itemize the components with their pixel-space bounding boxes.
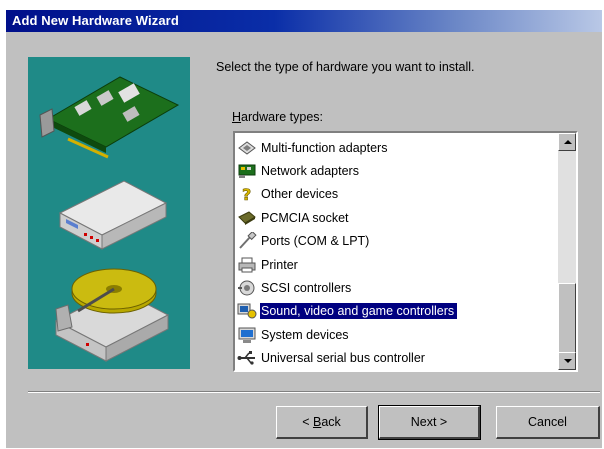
printer-icon [238, 257, 256, 273]
hardware-types-label-rest: ardware types: [241, 110, 324, 124]
cancel-button-label: Cancel [528, 415, 567, 429]
next-button[interactable]: Next > [378, 405, 481, 440]
network-adapter-icon [238, 164, 256, 179]
scroll-up-button[interactable] [558, 133, 576, 151]
list-item-multifunction-adapters[interactable]: Multi-function adapters [235, 136, 560, 159]
list-item-scsi-controllers[interactable]: SCSI controllers [235, 276, 560, 299]
list-item-label: Multi-function adapters [261, 140, 388, 155]
list-item-pcmcia-socket[interactable]: PCMCIA socket [235, 206, 560, 229]
pcmcia-socket-icon [238, 211, 256, 225]
hard-disk-icon [54, 268, 170, 362]
back-button-hotkey: B [312, 415, 322, 429]
list-item-ports[interactable]: Ports (COM & LPT) [235, 230, 560, 253]
hardware-types-listbox[interactable]: Multi-function adapters Network adapters… [233, 131, 578, 372]
scroll-thumb[interactable] [558, 283, 576, 353]
window-title: Add New Hardware Wizard [12, 13, 179, 28]
back-button[interactable]: < Back [276, 406, 368, 439]
scsi-controller-icon [238, 280, 255, 296]
usb-controller-icon [237, 351, 255, 365]
list-item-network-adapters[interactable]: Network adapters [235, 159, 560, 182]
list-item-label: Printer [261, 257, 298, 272]
list-item-label: Universal serial bus controller [261, 351, 425, 366]
back-button-prefix: < [302, 415, 313, 429]
arrow-down-icon [564, 359, 572, 363]
system-devices-icon [238, 327, 256, 343]
svg-text:?: ? [242, 185, 251, 203]
list-item-usb-controller[interactable]: Universal serial bus controller [235, 347, 560, 370]
title-bar[interactable]: Add New Hardware Wizard [6, 10, 602, 32]
scroll-down-button[interactable] [558, 352, 576, 370]
modem-icon [58, 180, 168, 250]
question-mark-icon: ? [242, 185, 252, 203]
expansion-card-icon [39, 76, 180, 159]
next-button-label: Next > [410, 415, 448, 429]
list-item-system-devices[interactable]: System devices [235, 323, 560, 346]
hardware-illustration [28, 57, 190, 369]
sound-video-game-icon [237, 303, 257, 319]
instruction-text: Select the type of hardware you want to … [216, 60, 475, 74]
list-item-label: Network adapters [261, 164, 359, 179]
port-connector-icon [239, 232, 257, 249]
arrow-up-icon [564, 140, 572, 144]
list-item-printer[interactable]: Printer [235, 253, 560, 276]
hardware-illustration-graphic [39, 76, 180, 362]
list-item-sound-video-game-controllers[interactable]: Sound, video and game controllers [235, 300, 560, 323]
cancel-button[interactable]: Cancel [496, 406, 600, 439]
hardware-types-hotkey: H [232, 110, 242, 124]
list-item-label: Ports (COM & LPT) [261, 234, 370, 249]
list-item-label: SCSI controllers [261, 281, 352, 296]
list-item-other-devices[interactable]: ? Other devices [235, 183, 560, 206]
list-item-label: PCMCIA socket [261, 210, 349, 225]
multifunction-adapter-icon [238, 141, 256, 155]
list-item-label: System devices [261, 327, 349, 342]
hardware-types-label: Hardware types: [232, 110, 323, 124]
vertical-scrollbar[interactable] [558, 133, 576, 370]
hardware-types-list[interactable]: Multi-function adapters Network adapters… [235, 136, 560, 370]
list-item-label: Sound, video and game controllers [260, 303, 458, 320]
back-button-rest: ack [321, 415, 341, 429]
list-item-label: Other devices [261, 187, 339, 202]
footer-divider-highlight [28, 392, 600, 393]
